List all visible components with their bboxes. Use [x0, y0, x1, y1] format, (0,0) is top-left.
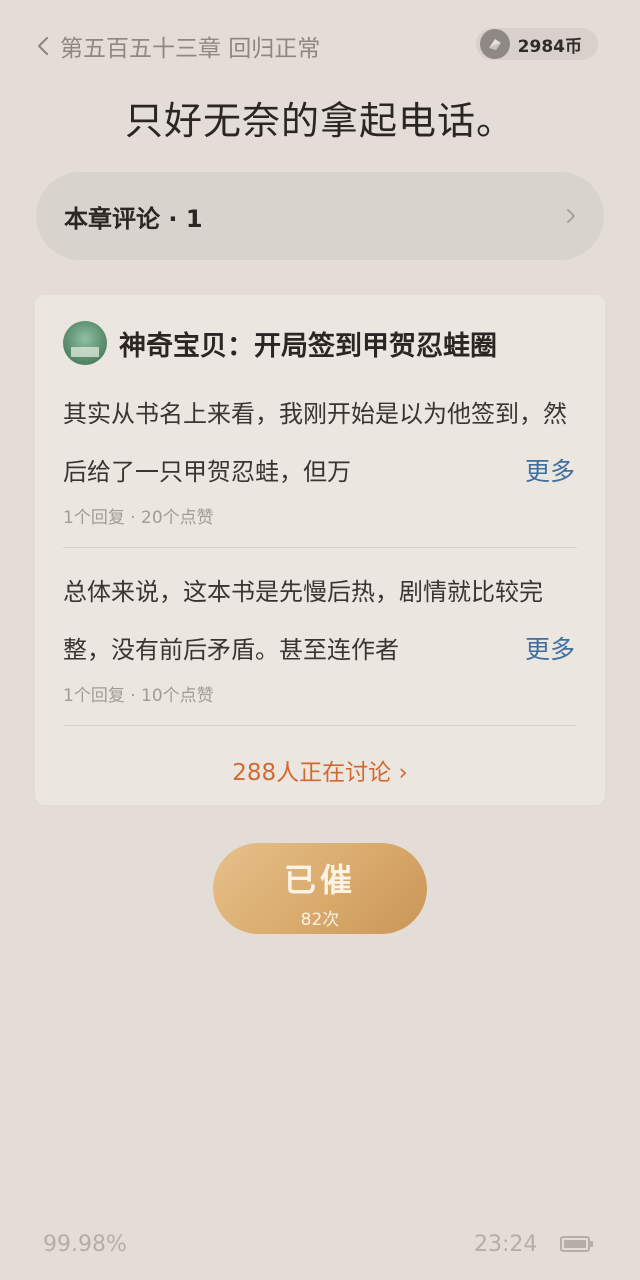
clock-time: 23:24: [474, 1232, 538, 1257]
more-link[interactable]: 更多: [474, 443, 575, 501]
chapter-title: 只好无奈的拿起电话。: [124, 99, 515, 143]
top-bar: 第五百五十三章 回归正常 2984币: [0, 20, 640, 72]
review-body: 总体来说，这本书是先慢后热，剧情就比较完整，没有前后矛盾。甚至连作者: [63, 578, 543, 664]
review-item[interactable]: 总体来说，这本书是先慢后热，剧情就比较完整，没有前后矛盾。甚至连作者 更多 1个…: [63, 563, 575, 706]
book-title: 神奇宝贝：开局签到甲贺忍蛙圈: [119, 330, 497, 362]
urge-update-button[interactable]: 已催 82次: [213, 843, 427, 934]
chapter-comments-label: 本章评论 · 1: [64, 204, 203, 233]
back-label: 第五百五十三章 回归正常: [60, 36, 321, 62]
book-cover-avatar: [63, 321, 107, 365]
coin-count: 2984币: [517, 36, 582, 57]
urge-count: 82次: [300, 910, 340, 930]
urge-label: 已催: [283, 861, 356, 899]
divider: [63, 725, 577, 726]
chevron-right-icon: [567, 209, 575, 223]
reading-progress: 99.98%: [43, 1232, 127, 1257]
coin-icon: [479, 29, 510, 59]
battery-icon: [560, 1236, 593, 1252]
book-review-card: 神奇宝贝：开局签到甲贺忍蛙圈 其实从书名上来看，我刚开始是以为他签到，然后给了一…: [35, 295, 605, 805]
discussion-link[interactable]: 288人正在讨论 ›: [35, 753, 605, 787]
coin-balance-badge[interactable]: 2984币: [475, 28, 598, 60]
chevron-left-icon: [37, 36, 49, 56]
back-button[interactable]: 第五百五十三章 回归正常: [36, 26, 320, 66]
review-item[interactable]: 其实从书名上来看，我刚开始是以为他签到，然后给了一只甲贺忍蛙，但万 更多 1个回…: [63, 385, 575, 528]
chapter-comments-button[interactable]: 本章评论 · 1: [36, 172, 604, 260]
reader-status-bar: 99.98% 23:24: [0, 1228, 640, 1264]
divider: [63, 547, 577, 548]
book-header[interactable]: 神奇宝贝：开局签到甲贺忍蛙圈: [63, 321, 497, 365]
review-meta: 1个回复 · 10个点赞: [63, 686, 214, 706]
more-link[interactable]: 更多: [474, 621, 575, 679]
review-text: 其实从书名上来看，我刚开始是以为他签到，然后给了一只甲贺忍蛙，但万 更多: [63, 385, 575, 501]
review-text: 总体来说，这本书是先慢后热，剧情就比较完整，没有前后矛盾。甚至连作者 更多: [63, 563, 575, 679]
review-meta: 1个回复 · 20个点赞: [63, 508, 214, 528]
